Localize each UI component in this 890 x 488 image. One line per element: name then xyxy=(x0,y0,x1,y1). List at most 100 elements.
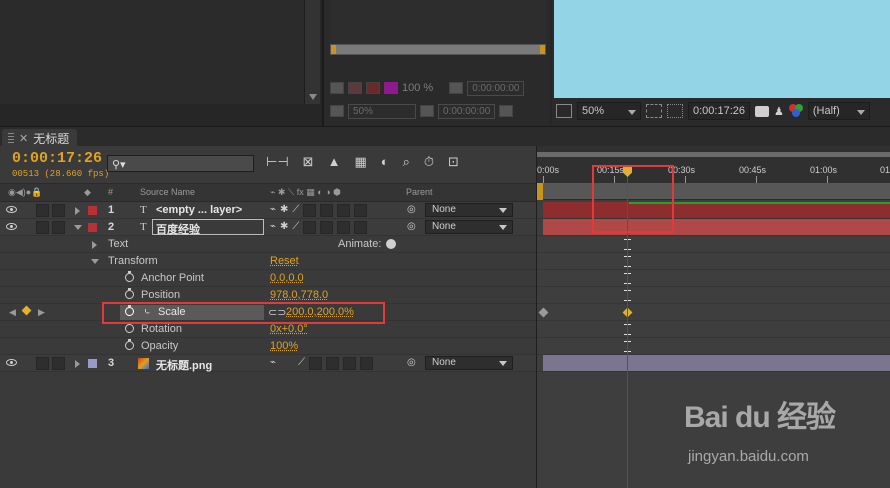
time-navigator[interactable] xyxy=(537,152,890,157)
quality-slash-icon[interactable]: ⟋ xyxy=(292,204,299,217)
parent-dropdown[interactable]: None xyxy=(425,220,513,234)
animate-menu-icon[interactable] xyxy=(386,239,396,249)
visibility-eye-icon[interactable] xyxy=(6,359,17,366)
draft-3d-icon[interactable]: ⊠ xyxy=(303,154,314,170)
quality-icon[interactable]: ✱ xyxy=(280,221,288,234)
label-column-icon[interactable]: ◆ xyxy=(84,187,91,198)
property-value[interactable]: 978.0,778.0 xyxy=(270,289,328,301)
layer-row-2[interactable]: 2 T 百度经验 ⌁ ✱ ⟋ ◎ None xyxy=(0,219,536,236)
in-point-handle[interactable] xyxy=(331,45,336,54)
3d-layer-switch[interactable] xyxy=(354,204,368,217)
layer-row-1[interactable]: 1 T <empty ... layer> ⌁ ✱ ⟋ ◎ None xyxy=(0,202,536,219)
project-scrollbar[interactable] xyxy=(304,0,320,104)
property-value[interactable]: 0.0,0.0 xyxy=(270,272,304,284)
camera-snapshot-icon[interactable] xyxy=(755,105,769,117)
out-point-handle[interactable] xyxy=(540,45,545,54)
label-color-swatch[interactable] xyxy=(88,223,97,232)
brainstorm-icon[interactable]: ⊡ xyxy=(448,154,459,170)
frame-blending-icon[interactable]: ▦ xyxy=(354,154,366,170)
layer-name[interactable]: 无标题.png xyxy=(156,357,212,373)
stopwatch-icon[interactable] xyxy=(125,271,134,282)
quality-slash-icon[interactable]: ⟋ xyxy=(292,221,299,234)
layer-name-field[interactable]: 百度经验 xyxy=(152,219,264,236)
property-row-anchor-point[interactable]: Anchor Point 0.0,0.0 xyxy=(0,270,536,287)
frame-blend-switch[interactable] xyxy=(320,204,334,217)
quality-slash-icon[interactable]: ⟋ xyxy=(298,357,305,370)
walk-icon[interactable] xyxy=(330,82,344,94)
stopwatch-icon[interactable] xyxy=(125,339,134,350)
stopwatch-icon[interactable] xyxy=(125,288,134,299)
property-row-opacity[interactable]: Opacity 100% xyxy=(0,338,536,355)
time-ruler[interactable]: 0:00s 00:15s 00:30s 00:45s 01:00s 01: xyxy=(537,146,890,183)
motion-blur-switch[interactable] xyxy=(337,221,351,234)
work-area-start-handle[interactable] xyxy=(537,183,543,200)
zoom-dropdown[interactable]: 50% xyxy=(577,102,641,120)
layer-row-3[interactable]: 3 无标题.png ⌁ ⟋ ◎ None xyxy=(0,355,536,372)
collapse-icon[interactable]: ⌁ xyxy=(270,221,276,234)
property-value[interactable]: 0x+0.0° xyxy=(270,323,308,335)
grid-icon[interactable] xyxy=(420,105,434,117)
text-group-row[interactable]: Text Animate: xyxy=(0,236,536,253)
motion-blur-switch[interactable] xyxy=(343,357,357,370)
resolution-dropdown[interactable]: (Half) xyxy=(807,102,870,120)
footage-time-slider[interactable] xyxy=(330,44,546,55)
source-name-column[interactable]: Source Name xyxy=(140,187,195,197)
current-timecode[interactable]: 0:00:17:26 xyxy=(12,150,102,167)
graph-editor-icon[interactable]: ⌕ xyxy=(403,154,410,170)
show-snapshot-icon[interactable]: ♟ xyxy=(774,105,784,118)
pick-whip-icon[interactable]: ◎ xyxy=(407,221,416,232)
quality-icon[interactable]: ✱ xyxy=(280,204,288,217)
grid-guides-icon[interactable] xyxy=(646,104,662,118)
lock-switch[interactable] xyxy=(52,221,65,234)
prev-keyframe-icon[interactable]: ◀ xyxy=(9,307,16,318)
color-swatch-icon[interactable] xyxy=(384,82,398,94)
composition-viewer[interactable] xyxy=(554,0,890,98)
visibility-eye-icon[interactable] xyxy=(6,206,17,213)
transform-group-row[interactable]: Transform Reset xyxy=(0,253,536,270)
keyframe-start-icon[interactable] xyxy=(538,307,549,318)
layer-3-bar[interactable] xyxy=(543,355,890,371)
next-keyframe-icon[interactable]: ▶ xyxy=(38,307,45,318)
shy-layers-icon[interactable]: ▲ xyxy=(328,154,341,170)
shy-icon[interactable] xyxy=(449,82,464,94)
layer-name[interactable]: <empty ... layer> xyxy=(156,204,242,216)
visibility-eye-icon[interactable] xyxy=(6,223,17,230)
stopwatch-icon[interactable]: ⏱ xyxy=(424,154,434,170)
parent-dropdown[interactable]: None xyxy=(425,203,513,217)
fx-switch[interactable] xyxy=(303,221,317,234)
label-color-swatch[interactable] xyxy=(88,359,97,368)
solo-switch[interactable] xyxy=(36,357,49,370)
fx-switch[interactable] xyxy=(309,357,323,370)
animate-label[interactable]: Animate: xyxy=(338,238,381,250)
pick-whip-icon[interactable]: ◎ xyxy=(407,204,416,215)
transparency-grid-icon[interactable] xyxy=(667,104,683,118)
expand-arrow-icon[interactable] xyxy=(75,360,80,368)
3d-layer-switch[interactable] xyxy=(354,221,368,234)
collapse-icon[interactable]: ⌁ xyxy=(270,204,276,217)
stopwatch-icon[interactable] xyxy=(125,322,134,333)
timeline-search-input[interactable]: ⚲▾ xyxy=(107,155,254,172)
frame-blend-switch[interactable] xyxy=(326,357,340,370)
region-icon[interactable] xyxy=(330,105,344,117)
parent-dropdown[interactable]: None xyxy=(425,356,513,370)
lock-switch[interactable] xyxy=(52,204,65,217)
scroll-down-icon[interactable] xyxy=(309,94,317,100)
snapshot-icon[interactable] xyxy=(499,105,514,117)
fx-switch[interactable] xyxy=(303,204,317,217)
frame-blend-switch[interactable] xyxy=(320,221,334,234)
channels-icon[interactable] xyxy=(788,104,803,118)
collapse-arrow-icon[interactable] xyxy=(74,225,82,230)
lock-switch[interactable] xyxy=(52,357,65,370)
solo-switch[interactable] xyxy=(36,221,49,234)
region-of-interest-icon[interactable] xyxy=(556,104,572,118)
expand-arrow-icon[interactable] xyxy=(92,241,97,249)
comp-mini-flowchart-icon[interactable]: ⊢⊣ xyxy=(266,154,289,170)
parent-column[interactable]: Parent xyxy=(406,187,433,197)
footage-timecode-1[interactable]: 0:00:00:00 xyxy=(467,80,525,96)
solo-switch[interactable] xyxy=(36,204,49,217)
transform-reset-link[interactable]: Reset xyxy=(270,255,299,267)
add-keyframe-icon[interactable] xyxy=(21,305,32,316)
close-icon[interactable]: ✕ xyxy=(19,132,28,145)
motion-blur-icon[interactable]: ◐ xyxy=(381,154,389,170)
motion-blur-switch[interactable] xyxy=(337,204,351,217)
